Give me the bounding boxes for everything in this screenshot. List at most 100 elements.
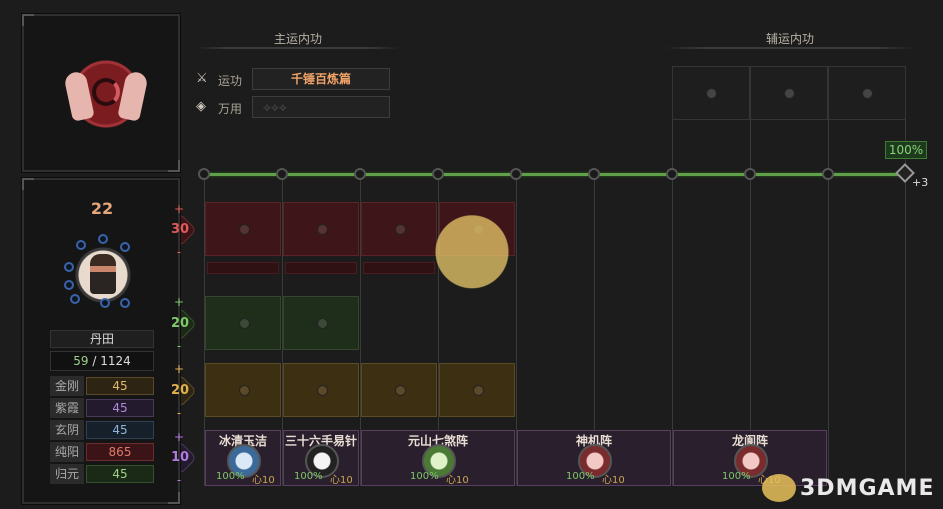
rail-node (666, 168, 678, 180)
slot-dot-icon (862, 88, 873, 99)
skill-card[interactable]: 元山七煞阵 100% 心10 (361, 430, 515, 486)
red-slot[interactable] (205, 202, 281, 256)
row-plus-button[interactable]: + (172, 362, 186, 376)
row-value: 20 (170, 383, 190, 398)
rail-node (510, 168, 522, 180)
watermark-logo-icon (762, 474, 796, 502)
row-value-badge: 30 (163, 213, 197, 247)
slot-dot-icon (395, 385, 406, 396)
skill-cost: 心10 (446, 475, 469, 486)
rail-node (432, 168, 444, 180)
stat-label: 纯阳 (50, 442, 84, 462)
slot-dot-icon (317, 224, 328, 235)
aux-title-divider (665, 47, 915, 49)
skill-cost: 心10 (330, 475, 353, 486)
neigong-progress-rail (202, 173, 904, 176)
stat-value: 865 (86, 443, 154, 461)
skill-percent: 100% (722, 471, 751, 482)
stat-row-zixia: 紫霞 45 (50, 398, 154, 418)
row-minus-button[interactable]: - (172, 473, 186, 487)
watermark-text: 3DMGAME (800, 476, 935, 501)
stat-label: 金刚 (50, 376, 84, 396)
green-slot[interactable] (283, 296, 359, 350)
swirl-icon (92, 78, 120, 106)
stat-row-xuanyin: 玄阴 45 (50, 420, 154, 440)
slot-dot-icon (317, 318, 328, 329)
stat-value: 45 (86, 465, 154, 483)
skill-card[interactable]: 三十六手易针法 100% 心10 (283, 430, 359, 486)
skill-cost: 心10 (252, 475, 275, 486)
row-plus-button[interactable]: + (172, 295, 186, 309)
rail-node (198, 168, 210, 180)
row-plus-button[interactable]: + (172, 430, 186, 444)
row-value: 20 (170, 316, 190, 331)
diamond-icon: ◈ (196, 99, 206, 114)
meridian-orb-icon[interactable] (98, 234, 108, 244)
slot-dot-icon (473, 385, 484, 396)
rail-node (354, 168, 366, 180)
wanyong-selector[interactable]: ⟡⟡⟡ (252, 96, 390, 118)
yungong-label: 运功 (218, 74, 243, 88)
green-slot[interactable] (205, 296, 281, 350)
slot-dot-icon (395, 224, 406, 235)
meridian-orb-icon[interactable] (64, 262, 74, 272)
dantian-label: 丹田 (50, 330, 154, 348)
row-minus-button[interactable]: - (172, 339, 186, 353)
meridian-orb-icon[interactable] (64, 280, 74, 290)
red-subslot (363, 262, 435, 274)
skill-card[interactable]: 冰清玉洁 100% 心10 (205, 430, 281, 486)
dantian-current: 59 (73, 354, 89, 368)
right-hand-icon (117, 70, 149, 122)
stat-label: 归元 (50, 464, 84, 484)
wanyong-row: ◈ 万用 ⟡⟡⟡ (196, 96, 390, 118)
progress-percent: 100% (885, 141, 927, 159)
skill-cost: 心10 (602, 475, 625, 486)
gold-slot[interactable] (361, 363, 437, 417)
rail-node (588, 168, 600, 180)
meridian-orb-icon[interactable] (70, 294, 80, 304)
progress-bonus: +3 (912, 176, 929, 189)
red-slot[interactable] (283, 202, 359, 256)
stat-value: 45 (86, 399, 154, 417)
skill-percent: 100% (410, 471, 439, 482)
row-value: 10 (170, 450, 190, 465)
slot-dot-icon (706, 88, 717, 99)
red-slot[interactable] (361, 202, 437, 256)
row-minus-button[interactable]: - (172, 406, 186, 420)
row-value: 30 (170, 222, 190, 237)
skill-percent: 100% (566, 471, 595, 482)
gold-slot[interactable] (205, 363, 281, 417)
stat-row-guiyuan: 归元 45 (50, 464, 154, 484)
neigong-emblem-icon (63, 58, 149, 130)
dantian-value: 59 / 1124 (50, 351, 154, 371)
row-value-badge: 20 (163, 307, 197, 341)
row-plus-button[interactable]: + (172, 202, 186, 216)
aux-slot[interactable] (672, 66, 750, 120)
skill-card[interactable]: 神机阵 100% 心10 (517, 430, 671, 486)
stats-panel: 22 丹田 59 / 1124 金刚 45 紫霞 45 玄阴 45 纯阳 865… (21, 177, 181, 505)
meridian-orb-icon[interactable] (76, 240, 86, 250)
wanyong-label: 万用 (218, 102, 243, 116)
yungong-selector[interactable]: 千锤百炼篇 (252, 68, 390, 90)
stat-row-chunyang: 纯阳 865 (50, 442, 154, 462)
skill-percent: 100% (216, 471, 245, 482)
dantian-separator: / (92, 354, 97, 368)
main-neigong-title: 主运内功 (273, 32, 322, 46)
red-subslot (207, 262, 279, 274)
row-minus-button[interactable]: - (172, 245, 186, 259)
aux-slot[interactable] (828, 66, 906, 120)
gold-slot[interactable] (439, 363, 515, 417)
meridian-orb-icon[interactable] (100, 298, 110, 308)
meridian-orb-icon[interactable] (120, 298, 130, 308)
aux-slot[interactable] (750, 66, 828, 120)
gold-slot[interactable] (283, 363, 359, 417)
mascot-watermark-icon (426, 214, 518, 298)
yungong-row: ⚔ 运功 千锤百炼篇 (196, 68, 390, 90)
meridian-orb-icon[interactable] (120, 242, 130, 252)
rail-node (276, 168, 288, 180)
slot-dot-icon (239, 224, 250, 235)
slot-dot-icon (317, 385, 328, 396)
red-subslot (285, 262, 357, 274)
site-watermark: 3DMGAME (762, 470, 942, 506)
slot-dot-icon (784, 88, 795, 99)
